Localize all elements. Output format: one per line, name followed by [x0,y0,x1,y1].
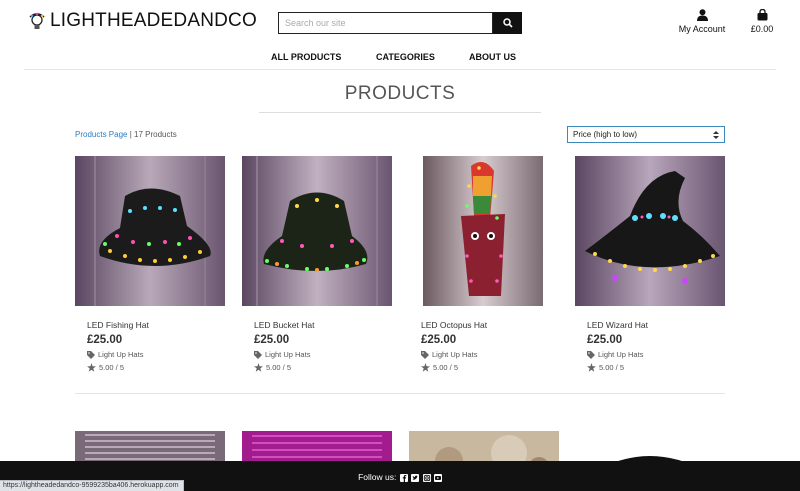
product-rating: 5.00 / 5 [421,363,559,372]
user-icon [696,9,708,21]
twitter-icon[interactable] [411,473,420,482]
select-arrows-icon [713,130,719,139]
shopping-bag-icon [757,9,767,21]
instagram-icon[interactable] [422,473,431,482]
product-name[interactable]: LED Bucket Hat [254,320,392,330]
sort-select[interactable]: Price (high to low) [567,126,725,143]
star-icon [587,363,596,372]
product-count: | 17 Products [127,130,177,139]
star-icon [421,363,430,372]
product-name[interactable]: LED Wizard Hat [587,320,725,330]
search-icon [502,18,513,28]
shopping-bag-link[interactable]: £0.00 [744,9,780,34]
product-price: £25.00 [421,334,457,346]
breadcrumb-products-link[interactable]: Products Page [75,130,127,139]
product-price: £25.00 [254,334,290,346]
site-logo[interactable]: LIGHTHEADEDANDCO [28,10,257,32]
nav-all-products[interactable]: ALL PRODUCTS [271,52,341,62]
product-category-link[interactable]: Light Up Hats [254,350,392,359]
product-rating: 5.00 / 5 [254,363,392,372]
product-price: £25.00 [587,334,623,346]
product-card[interactable]: LED Wizard Hat £25.00 Light Up Hats 5.00… [575,156,725,372]
search-input[interactable] [278,12,493,34]
product-rating-value: 5.00 / 5 [99,363,125,372]
product-image[interactable] [575,156,725,306]
tag-icon [421,350,429,359]
product-price: £25.00 [87,334,123,346]
product-rating-value: 5.00 / 5 [433,363,459,372]
youtube-icon[interactable] [433,473,442,482]
logo-text: LIGHTHEADEDANDCO [50,10,257,31]
follow-us-label: Follow us: [358,472,397,482]
my-account-label: My Account [678,24,726,34]
product-name[interactable]: LED Octopus Hat [421,320,559,330]
tag-icon [587,350,595,359]
product-category-link[interactable]: Light Up Hats [87,350,225,359]
facebook-icon[interactable] [399,473,408,482]
product-rating-value: 5.00 / 5 [266,363,292,372]
product-rating-value: 5.00 / 5 [599,363,625,372]
nav-about-us[interactable]: ABOUT US [469,52,516,62]
breadcrumb: Products Page | 17 Products [75,130,177,139]
product-rating: 5.00 / 5 [87,363,225,372]
product-category: Light Up Hats [432,350,478,359]
product-category: Light Up Hats [98,350,144,359]
search-button[interactable] [493,12,522,34]
product-category: Light Up Hats [598,350,644,359]
bag-total: £0.00 [750,24,774,34]
star-icon [254,363,263,372]
product-category: Light Up Hats [265,350,311,359]
product-name[interactable]: LED Fishing Hat [87,320,225,330]
tag-icon [87,350,95,359]
page-title: PRODUCTS [344,83,456,104]
nav-categories[interactable]: CATEGORIES [376,52,435,62]
product-rating: 5.00 / 5 [587,363,725,372]
lightbulb-logo-icon [29,12,45,29]
search-bar [278,12,522,34]
product-image[interactable] [75,156,225,306]
product-category-link[interactable]: Light Up Hats [421,350,559,359]
row-divider [75,393,725,394]
product-category-link[interactable]: Light Up Hats [587,350,725,359]
title-divider [259,112,541,113]
header-divider [24,69,776,70]
product-image[interactable] [409,156,559,306]
product-image[interactable] [242,156,392,306]
product-card[interactable]: LED Bucket Hat £25.00 Light Up Hats 5.00… [242,156,392,372]
star-icon [87,363,96,372]
site-header: LIGHTHEADEDANDCO My Account £0.00 ALL PR… [0,0,800,70]
browser-status-url: https://lightheadedandco-9599235ba406.he… [0,480,184,491]
product-card[interactable]: LED Octopus Hat £25.00 Light Up Hats 5.0… [409,156,559,372]
sort-selected-value: Price (high to low) [573,130,638,139]
tag-icon [254,350,262,359]
my-account-link[interactable]: My Account [672,9,732,34]
product-card[interactable]: LED Fishing Hat £25.00 Light Up Hats 5.0… [75,156,225,372]
